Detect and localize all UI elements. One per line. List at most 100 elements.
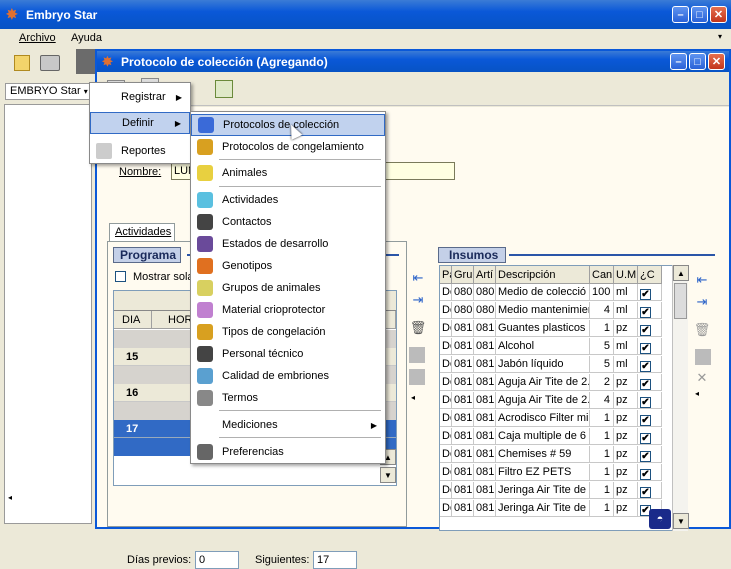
menu-item[interactable]: Protocolos de congelamiento	[191, 136, 385, 158]
dialog-maximize-icon[interactable]: □	[689, 53, 706, 70]
siguientes-spinner[interactable]: 17	[313, 551, 357, 569]
check-icon[interactable]: ✔	[640, 451, 651, 462]
table-cell[interactable]: 081	[452, 500, 474, 517]
table-cell[interactable]: 4	[590, 392, 614, 409]
table-cell[interactable]: Do	[440, 320, 452, 337]
table-cell[interactable]: Alcohol	[496, 338, 590, 355]
check-icon[interactable]: ✔	[640, 415, 651, 426]
checkbox-cell[interactable]: ✔	[638, 320, 662, 337]
menu-item[interactable]: Animales	[191, 162, 385, 184]
help-icon[interactable]: ◓	[649, 509, 671, 529]
table-cell[interactable]: Do	[440, 410, 452, 427]
table-cell[interactable]: 1	[590, 428, 614, 445]
table-cell[interactable]: 1	[590, 320, 614, 337]
checkbox-cell[interactable]: ✔	[638, 356, 662, 373]
table-cell[interactable]: 1	[590, 464, 614, 481]
table-cell[interactable]: 1	[590, 500, 614, 517]
table-cell[interactable]: 081	[474, 374, 496, 391]
table-cell[interactable]: Do	[440, 374, 452, 391]
table-cell[interactable]: 081	[474, 410, 496, 427]
insumos-grid[interactable]: PaGruArtíDescripciónCanU.M¿C Do080080Med…	[439, 265, 687, 531]
table-cell[interactable]: 081	[474, 428, 496, 445]
table-cell[interactable]: Medio de colecció	[496, 284, 590, 301]
chevron-down-icon[interactable]: ▾	[718, 32, 722, 41]
minimize-icon[interactable]: –	[672, 6, 689, 23]
table-cell[interactable]: 081	[452, 410, 474, 427]
column-header[interactable]: Pa	[440, 266, 452, 284]
navigation-tree[interactable]	[4, 104, 92, 524]
table-cell[interactable]: 5	[590, 356, 614, 373]
table-cell[interactable]: pz	[614, 410, 638, 427]
trash-icon[interactable]: 🗑	[409, 319, 427, 337]
check-icon[interactable]: ✔	[640, 397, 651, 408]
table-cell[interactable]: Guantes plasticos |	[496, 320, 590, 337]
folder-icon[interactable]	[14, 55, 30, 71]
menu-definir[interactable]: Definir ▶	[90, 112, 190, 134]
table-cell[interactable]: 1	[590, 482, 614, 499]
menu-item[interactable]: Calidad de embriones	[191, 365, 385, 387]
table-cell[interactable]: 081	[452, 374, 474, 391]
checkbox-cell[interactable]: ✔	[638, 392, 662, 409]
table-cell[interactable]: 081	[452, 338, 474, 355]
table-cell[interactable]: Acrodisco Filter mili	[496, 410, 590, 427]
table-cell[interactable]: Aguja Air Tite de 2.	[496, 392, 590, 409]
check-icon[interactable]: ✔	[640, 379, 651, 390]
table-cell[interactable]: Do	[440, 428, 452, 445]
menu-item[interactable]: Preferencias	[191, 441, 385, 463]
table-cell[interactable]: Do	[440, 464, 452, 481]
dias-previos-spinner[interactable]: 0	[195, 551, 239, 569]
menu-registrar[interactable]: Registrar ▶	[90, 85, 190, 109]
table-cell[interactable]: ml	[614, 338, 638, 355]
check-icon[interactable]: ✔	[640, 487, 651, 498]
menu-item[interactable]: Genotipos	[191, 255, 385, 277]
menu-item[interactable]: Termos	[191, 387, 385, 409]
scroll-down-icon[interactable]: ▼	[673, 513, 689, 529]
checkbox-cell[interactable]: ✔	[638, 302, 662, 319]
table-cell[interactable]: pz	[614, 446, 638, 463]
table-cell[interactable]: 081	[474, 392, 496, 409]
table-cell[interactable]: pz	[614, 500, 638, 517]
menu-item[interactable]: Tipos de congelación	[191, 321, 385, 343]
check-icon[interactable]: ✔	[640, 307, 651, 318]
add-row-icon[interactable]: ⇤	[409, 269, 427, 287]
table-cell[interactable]: 080	[474, 302, 496, 319]
table-cell[interactable]: 081	[452, 446, 474, 463]
table-cell[interactable]: ml	[614, 302, 638, 319]
table-cell[interactable]: 081	[474, 446, 496, 463]
checkbox-cell[interactable]: ✔	[638, 482, 662, 499]
menu-item[interactable]: Actividades	[191, 189, 385, 211]
embryo-star-dropdown[interactable]: EMBRYO Star ▾	[5, 83, 90, 100]
table-cell[interactable]: 081	[452, 392, 474, 409]
table-cell[interactable]: Medio mantenimier	[496, 302, 590, 319]
checkbox-cell[interactable]: ✔	[638, 284, 662, 301]
col-dia[interactable]: DIA	[114, 311, 152, 329]
column-header[interactable]: Artí	[474, 266, 496, 284]
scroll-left-icon[interactable]: ◂	[8, 493, 12, 502]
table-cell[interactable]: 081	[452, 320, 474, 337]
table-cell[interactable]: Filtro EZ PETS	[496, 464, 590, 481]
checkbox-cell[interactable]: ✔	[638, 428, 662, 445]
column-header[interactable]: Descripción	[496, 266, 590, 284]
checkbox-cell[interactable]: ✔	[638, 464, 662, 481]
table-cell[interactable]: 081	[452, 428, 474, 445]
table-cell[interactable]: Jeringa Air Tite de	[496, 500, 590, 517]
table-cell[interactable]: 081	[474, 338, 496, 355]
table-cell[interactable]: Do	[440, 284, 452, 301]
check-icon[interactable]: ✔	[640, 289, 651, 300]
table-cell[interactable]: 1	[590, 446, 614, 463]
menu-item[interactable]: Contactos	[191, 211, 385, 233]
table-cell[interactable]: Caja multiple de 6	[496, 428, 590, 445]
table-cell[interactable]: 100	[590, 284, 614, 301]
notes-icon[interactable]	[215, 80, 233, 98]
menu-archivo[interactable]: Archivo	[19, 32, 56, 44]
table-cell[interactable]: 081	[474, 500, 496, 517]
table-cell[interactable]: 4	[590, 302, 614, 319]
table-cell[interactable]: 5	[590, 338, 614, 355]
scroll-thumb[interactable]	[674, 283, 687, 319]
table-cell[interactable]: ml	[614, 284, 638, 301]
dialog-close-icon[interactable]: ✕	[708, 53, 725, 70]
table-cell[interactable]: Do	[440, 446, 452, 463]
table-cell[interactable]: 081	[452, 482, 474, 499]
table-cell[interactable]: Aguja Air Tite de 2.	[496, 374, 590, 391]
menu-item[interactable]: Material crioprotector	[191, 299, 385, 321]
